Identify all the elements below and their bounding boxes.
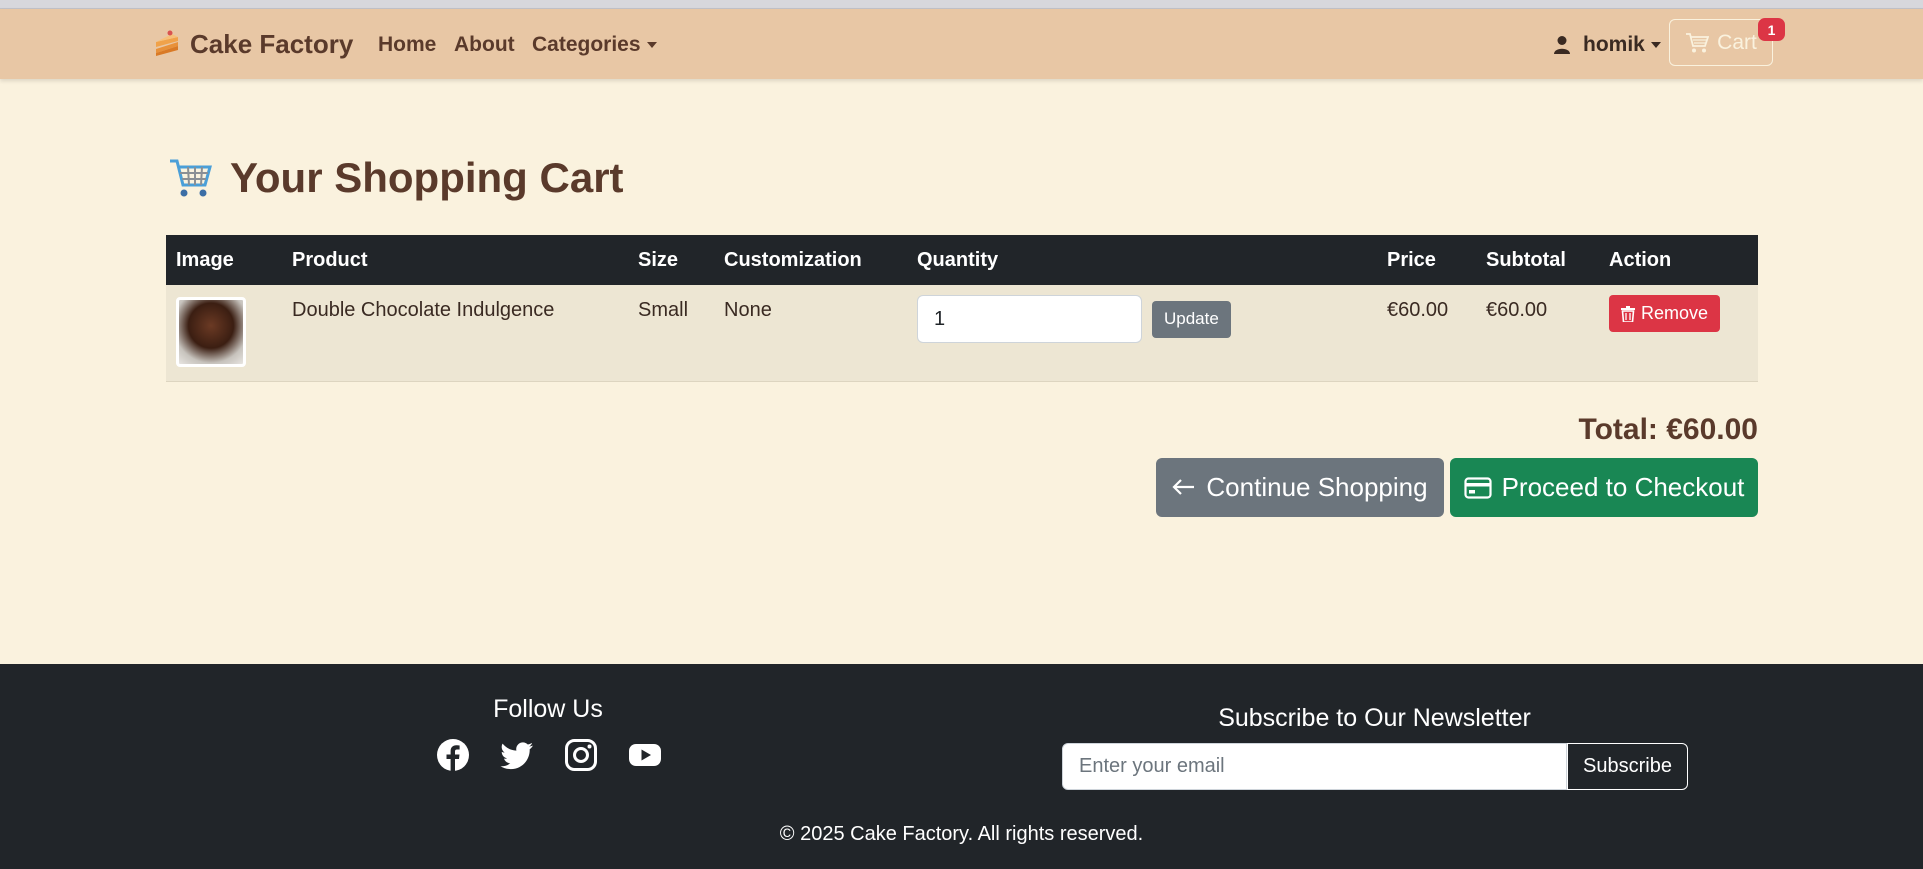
navbar: Cake Factory Home About Categories homik… [0, 9, 1923, 79]
email-input[interactable] [1062, 743, 1567, 790]
arrow-left-icon [1172, 472, 1196, 503]
col-size: Size [638, 248, 679, 271]
cell-customization: None [724, 299, 772, 321]
col-quantity: Quantity [917, 248, 999, 271]
checkout-button[interactable]: Proceed to Checkout [1450, 458, 1758, 517]
nav-about[interactable]: About [454, 33, 515, 57]
table-header-row: Image Product Size Customization Quantit… [166, 235, 1758, 285]
chevron-down-icon [646, 42, 657, 49]
col-subtotal: Subtotal [1486, 248, 1566, 271]
continue-shopping-button[interactable]: Continue Shopping [1156, 458, 1444, 517]
trash-icon [1621, 305, 1635, 322]
nav-categories-dropdown[interactable]: Categories [532, 33, 657, 57]
credit-card-icon [1463, 476, 1492, 499]
brand-logo[interactable]: Cake Factory [152, 29, 353, 59]
col-action: Action [1609, 248, 1672, 271]
cart-count-badge: 1 [1758, 18, 1785, 41]
nav-categories-label: Categories [532, 33, 641, 56]
cell-price: €60.00 [1387, 299, 1449, 321]
cell-quantity: Update [907, 285, 1377, 381]
col-customization: Customization [724, 248, 862, 271]
checkout-label: Proceed to Checkout [1501, 472, 1745, 502]
cell-image [166, 285, 282, 381]
col-image: Image [176, 248, 234, 271]
youtube-icon[interactable] [628, 738, 662, 772]
instagram-icon[interactable] [564, 738, 598, 772]
cart-total: Total: €60.00 [1578, 413, 1758, 446]
quantity-input[interactable] [917, 295, 1142, 343]
user-menu[interactable]: homik [1553, 33, 1661, 57]
facebook-icon[interactable] [436, 738, 470, 772]
twitter-icon[interactable] [500, 738, 534, 772]
user-icon [1554, 36, 1570, 54]
col-price: Price [1387, 248, 1436, 271]
brand-name: Cake Factory [190, 28, 354, 59]
continue-shopping-label: Continue Shopping [1206, 472, 1428, 502]
footer: Follow Us Subscribe to Our Newsletter Su… [0, 664, 1923, 869]
remove-label: Remove [1641, 303, 1709, 323]
table-row: Double Chocolate Indulgence Small None U… [166, 285, 1758, 381]
nav-home[interactable]: Home [378, 33, 436, 57]
cell-action: Remove [1599, 285, 1758, 381]
newsletter-title: Subscribe to Our Newsletter [1218, 704, 1531, 732]
subscribe-button[interactable]: Subscribe [1567, 743, 1688, 790]
remove-button[interactable]: Remove [1609, 295, 1721, 332]
col-product: Product [292, 248, 368, 271]
chevron-down-icon [1650, 42, 1661, 48]
cell-size: Small [638, 299, 689, 321]
shopping-cart-icon [170, 159, 212, 197]
page-title: Your Shopping Cart [168, 154, 624, 202]
cart-label: Cart [1717, 30, 1757, 54]
quantity-form: Update [917, 295, 1367, 343]
cart-table: Image Product Size Customization Quantit… [166, 235, 1758, 382]
social-links [436, 738, 662, 772]
browser-top-strip [0, 0, 1923, 9]
follow-us-title: Follow Us [493, 695, 603, 723]
copyright-text: © 2025 Cake Factory. All rights reserved… [779, 823, 1144, 845]
cell-subtotal: €60.00 [1486, 299, 1548, 321]
newsletter-form: Subscribe [1062, 743, 1688, 790]
cake-slice-icon [156, 30, 178, 56]
user-name: homik [1583, 33, 1645, 56]
update-button[interactable]: Update [1152, 300, 1231, 338]
shopping-cart-icon [1686, 32, 1710, 52]
product-image[interactable] [176, 297, 246, 367]
page-title-text: Your Shopping Cart [230, 154, 624, 201]
cell-product: Double Chocolate Indulgence [292, 299, 555, 321]
